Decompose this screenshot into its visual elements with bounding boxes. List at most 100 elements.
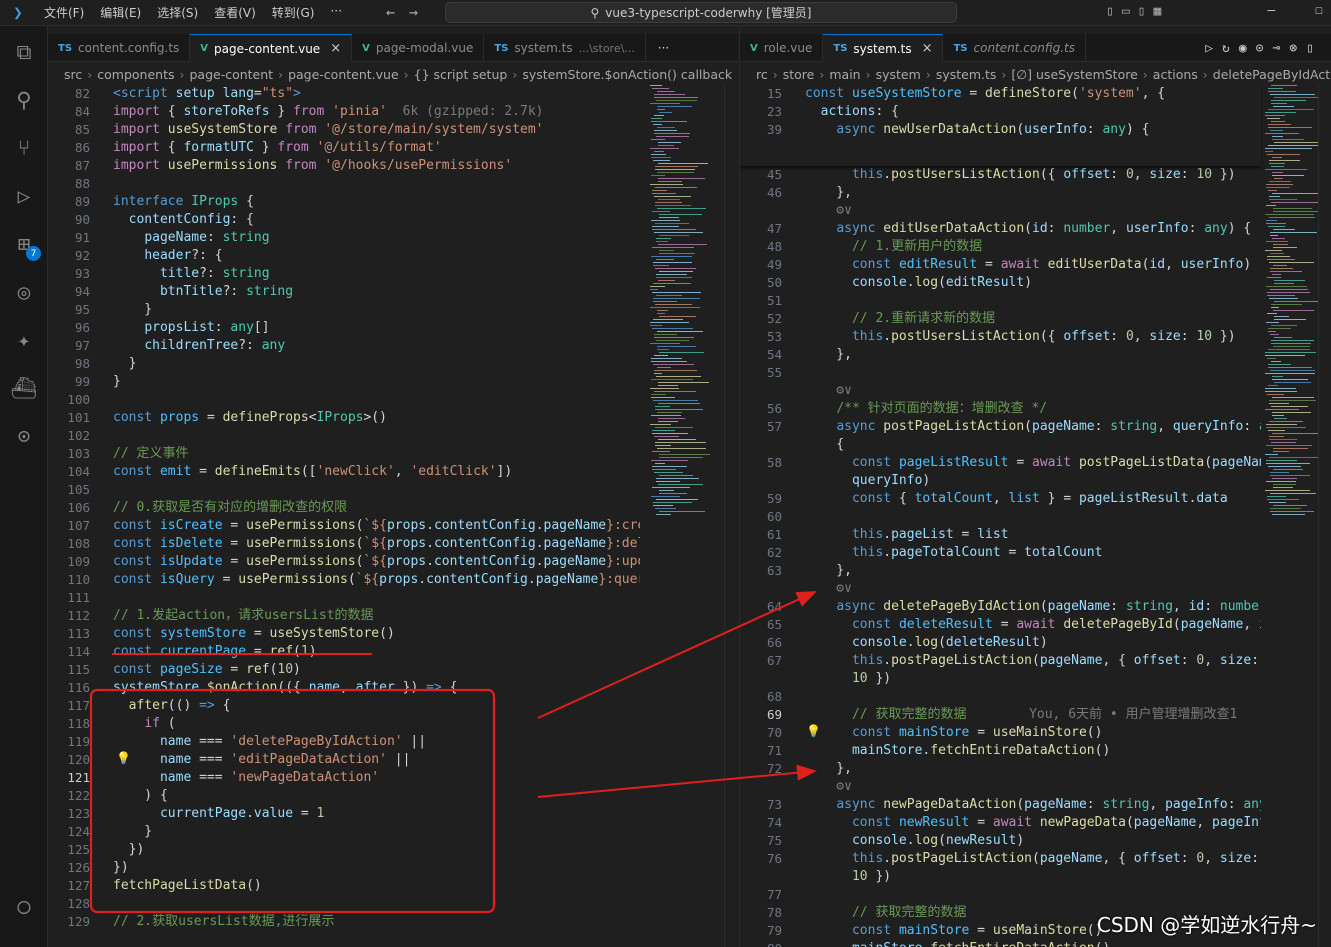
code-line[interactable]: 84 import { storeToRefs } from 'pinia' 6k… [48,103,640,121]
menu-item[interactable]: 文件(F) [36,4,92,21]
code-line[interactable]: 82 <script setup lang="ts"> [48,85,640,103]
explorer-icon[interactable]: ⧉ [0,30,48,74]
code-line[interactable]: 71 mainStore.fetchEntireDataAction() [740,742,1261,760]
code-line[interactable]: 39 async newUserDataAction(userInfo: any… [740,121,1261,139]
code-line[interactable]: 104 const emit = defineEmits(['newClick',… [48,463,640,481]
layout-toggle-icons[interactable]: ▯▭▯▦ [1106,4,1169,19]
code-line[interactable]: 63 }, [740,562,1261,580]
code-line[interactable]: 80 mainStore.fetchEntireDataAction() [740,940,1261,947]
code-line[interactable]: 65 const deleteResult = await deletePage… [740,616,1261,634]
code-line[interactable]: 88 [48,175,640,193]
close-icon[interactable]: × [922,41,933,56]
tab-page-content-vue[interactable]: Vpage-content.vue × [190,34,353,62]
left-scrollbar[interactable] [724,85,738,947]
code-line[interactable]: 129 // 2.获取usersList数据,进行展示 [48,913,640,931]
code-line[interactable]: 102 [48,427,640,445]
code-line[interactable]: 23 actions: { [740,103,1261,121]
code-line[interactable]: 107 const isCreate = usePermissions(`${pr… [48,517,640,535]
breadcrumb-item[interactable]: systemStore.$onAction() callback [522,67,732,82]
code-line[interactable]: 125 }) [48,841,640,859]
code-line[interactable]: ⚙∨ [740,202,1261,220]
code-line[interactable]: 93 title?: string [48,265,640,283]
code-line[interactable]: 10 }) [740,868,1261,886]
editor-actions[interactable]: ▷↻◉⊙⊸⊗▯ [1205,41,1323,56]
code-line[interactable]: 87 import usePermissions from '@/hooks/us… [48,157,640,175]
code-line[interactable]: 48 // 1.更新用户的数据 [740,238,1261,256]
code-line[interactable]: 127 fetchPageListData() [48,877,640,895]
code-line[interactable]: 77 [740,886,1261,904]
run-debug-icon[interactable]: ▷ [0,174,48,218]
tab-role-vue[interactable]: Vrole.vue [740,34,824,62]
code-line[interactable]: 121 name === 'newPageDataAction' [48,769,640,787]
maximize-icon[interactable]: ☐ [1315,3,1323,18]
menu-item[interactable]: 编辑(E) [92,4,149,21]
breadcrumb-item[interactable]: system.ts [936,67,997,82]
left-breadcrumb[interactable]: src › components › page-content › page-content… [48,63,738,85]
code-line[interactable]: 55 [740,364,1261,382]
code-line[interactable]: 116 systemStore.$onAction(({ name, after … [48,679,640,697]
code-line[interactable]: 92 header?: { [48,247,640,265]
breadcrumb-item[interactable]: [∅] useSystemStore [1011,67,1137,82]
breadcrumb-item[interactable]: page-content.vue [288,67,399,82]
left-code-area[interactable]: 82 <script setup lang="ts"> 84 import { sto… [48,85,640,947]
code-line[interactable]: 90 contentConfig: { [48,211,640,229]
breadcrumb-item[interactable]: deletePageByIdAction [1213,67,1331,82]
code-line[interactable]: 117 after(() => { [48,697,640,715]
tab-page-modal-vue[interactable]: Vpage-modal.vue [352,34,485,62]
right-minimap[interactable] [1265,85,1325,947]
right-scrollbar[interactable] [1318,85,1331,947]
code-line[interactable]: 108 const isDelete = usePermissions(`${pr… [48,535,640,553]
code-line[interactable]: 72 }, [740,760,1261,778]
code-line[interactable]: 75 console.log(newResult) [740,832,1261,850]
more-tabs-button[interactable]: ··· [646,34,681,61]
left-minimap[interactable] [650,85,710,947]
code-line[interactable]: 56 /** 针对页面的数据：增删改查 */ [740,400,1261,418]
code-line[interactable]: 53 this.postUsersListAction({ offset: 0,… [740,328,1261,346]
command-center-search[interactable]: ⚲ vue3-typescript-coderwhy [管理员] [445,2,957,23]
code-line[interactable]: 68 [740,688,1261,706]
code-line[interactable]: 69 // 获取完整的数据 You, 6天前 • 用户管理增删改查1 [740,706,1261,724]
code-line[interactable]: 15 const useSystemStore = defineStore('sy… [740,85,1261,103]
minimize-icon[interactable]: — [1267,3,1275,18]
code-line[interactable]: 73 async newPageDataAction(pageName: str… [740,796,1261,814]
code-line[interactable]: ⚙∨ [740,778,1261,796]
code-line[interactable]: 100 [48,391,640,409]
code-line[interactable]: 105 [48,481,640,499]
code-line[interactable]: 62 this.pageTotalCount = totalCount [740,544,1261,562]
nav-arrows[interactable]: ←→ [386,3,432,21]
remote-explorer-icon[interactable]: ◎ [0,270,48,314]
code-line[interactable]: 123 currentPage.value = 1 [48,805,640,823]
breadcrumb-item[interactable]: src [64,67,82,82]
menu-item[interactable]: 查看(V) [206,4,264,21]
code-line[interactable]: 51 [740,292,1261,310]
code-line[interactable]: 122 ) { [48,787,640,805]
code-line[interactable]: 128 [48,895,640,913]
code-line[interactable]: 106 // 0.获取是否有对应的增删改查的权限 [48,499,640,517]
code-line[interactable]: 120 name === 'editPageDataAction' || [48,751,640,769]
code-line[interactable]: 50 console.log(editResult) [740,274,1261,292]
breadcrumb-item[interactable]: {} script setup [414,67,508,82]
search-icon[interactable]: ⚲ [0,78,48,122]
code-line[interactable]: 118 if ( [48,715,640,733]
code-line[interactable]: 85 import useSystemStore from '@/store/ma… [48,121,640,139]
lightbulb-icon[interactable]: 💡 [806,724,821,738]
extensions-icon[interactable]: ⊞ 7 [0,222,48,266]
deploy-icon[interactable]: ✦ [0,318,48,362]
code-line[interactable]: ⚙∨ [740,580,1261,598]
code-line[interactable]: 57 async postPageListAction(pageName: st… [740,418,1261,436]
code-line[interactable]: 119 name === 'deletePageByIdAction' || [48,733,640,751]
code-line[interactable]: 58 const pageListResult = await postPage… [740,454,1261,472]
breadcrumb-item[interactable]: page-content [189,67,273,82]
code-line[interactable]: 97 childrenTree?: any [48,337,640,355]
tab-content-config-ts[interactable]: TS content.config.ts [48,34,191,62]
tab-system-ts[interactable]: TS system.ts ...\store\... [484,34,646,62]
code-line[interactable]: 91 pageName: string [48,229,640,247]
breadcrumb-item[interactable]: actions [1153,67,1198,82]
code-line[interactable]: 54 }, [740,346,1261,364]
code-line[interactable]: 101 const props = defineProps<IProps>() [48,409,640,427]
code-line[interactable]: 126}) [48,859,640,877]
code-line[interactable]: queryInfo) [740,472,1261,490]
code-line[interactable]: { [740,436,1261,454]
window-controls[interactable]: — ☐ [1267,3,1323,18]
right-code-area[interactable]: 45 this.postUsersListAction({ offset: 0,… [740,85,1261,947]
